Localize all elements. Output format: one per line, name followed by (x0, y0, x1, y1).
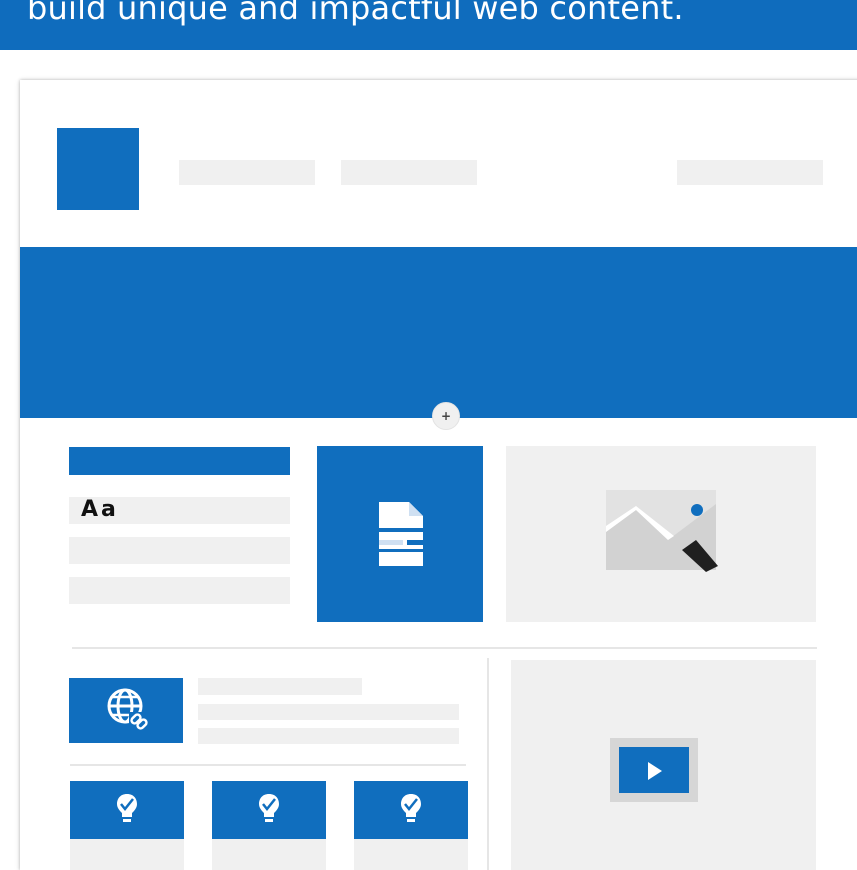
page-mockup: + Aa (20, 80, 857, 870)
quick-link-tile-3 (354, 781, 468, 839)
lightbulb-check-icon (117, 794, 137, 822)
globe-link-icon (107, 688, 149, 730)
nav-placeholder-1 (179, 160, 315, 185)
quick-link-caption-placeholder (212, 839, 326, 870)
header-banner: build unique and impactful web content. (0, 0, 857, 50)
text-sample-label: Aa (81, 497, 119, 522)
image-tile (506, 446, 816, 622)
video-play-icon (610, 738, 698, 802)
link-line-placeholder (198, 728, 459, 744)
nav-placeholder-3 (677, 160, 823, 185)
link-line-placeholder (198, 704, 459, 720)
link-preview-tile (69, 678, 183, 743)
document-icon (379, 502, 423, 566)
text-title-placeholder (69, 447, 290, 475)
video-tile (511, 660, 816, 870)
hero-section (20, 247, 857, 418)
quick-link-tile-2 (212, 781, 326, 839)
section-divider (70, 764, 466, 766)
document-tile (317, 446, 483, 622)
link-title-placeholder (198, 678, 362, 695)
quick-link-caption-placeholder (354, 839, 468, 870)
text-line-placeholder (69, 577, 290, 604)
site-logo-placeholder (57, 128, 139, 210)
text-line-placeholder (69, 537, 290, 564)
lightbulb-check-icon (259, 794, 279, 822)
column-divider (487, 658, 489, 870)
quick-link-tile-1 (70, 781, 184, 839)
image-icon (606, 490, 718, 572)
banner-heading: build unique and impactful web content. (27, 0, 684, 27)
section-divider (72, 647, 817, 649)
lightbulb-check-icon (401, 794, 421, 822)
add-section-button[interactable]: + (432, 402, 460, 430)
quick-link-caption-placeholder (70, 839, 184, 870)
nav-placeholder-2 (341, 160, 477, 185)
